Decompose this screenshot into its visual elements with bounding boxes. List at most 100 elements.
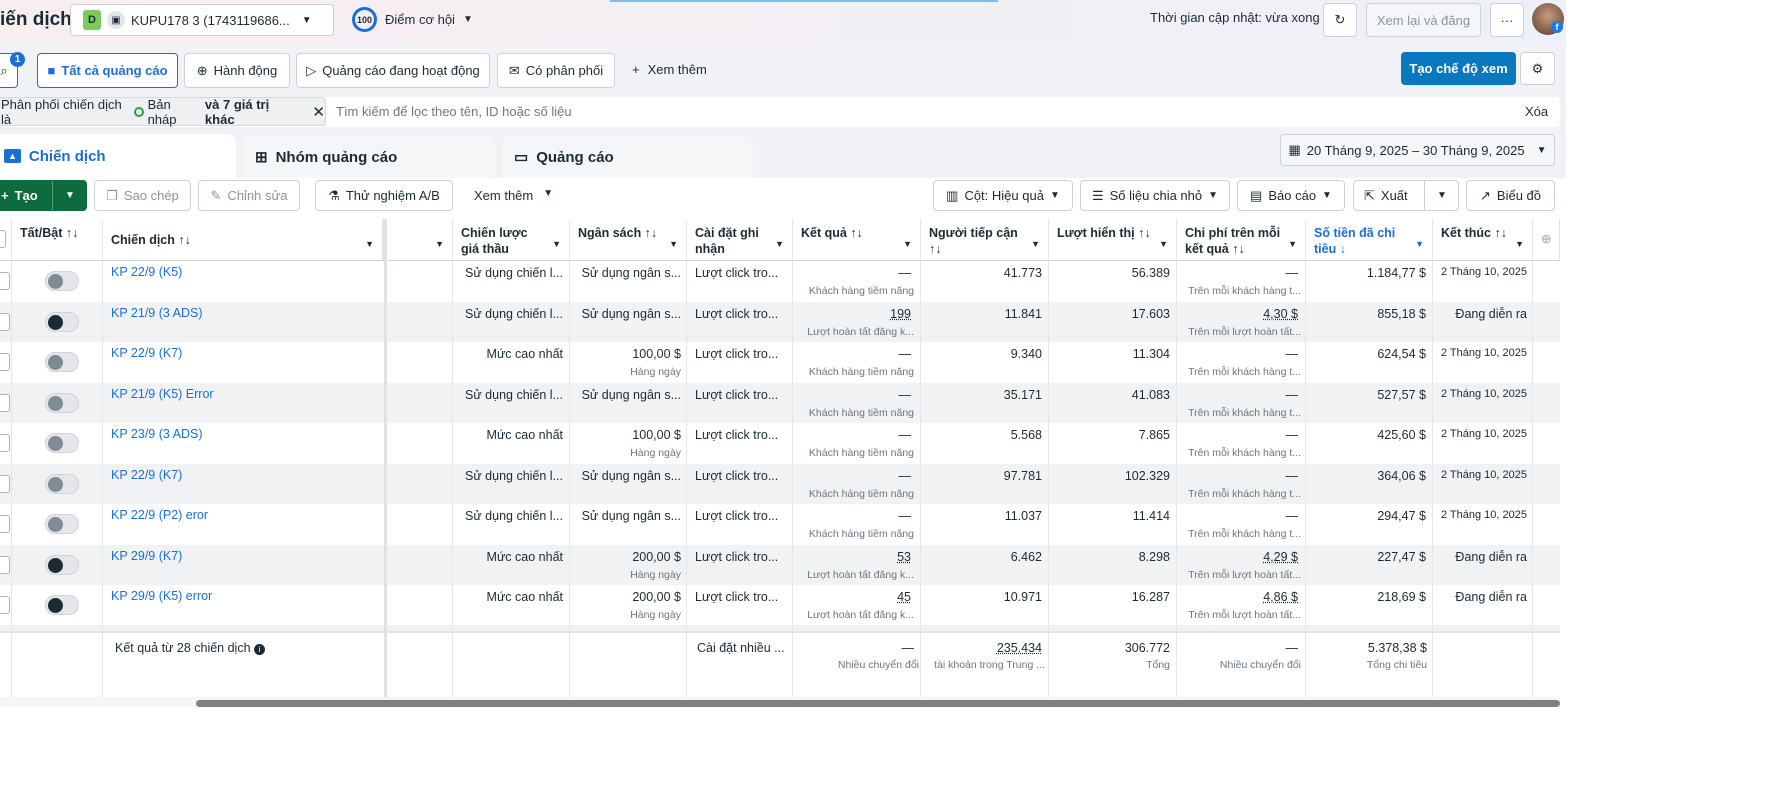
column-header[interactable]: Ngân sách ↑↓ ▼ <box>570 219 687 261</box>
row-checkbox[interactable] <box>0 272 10 290</box>
row-checkbox[interactable] <box>0 515 10 533</box>
column-header[interactable]: Cài đặt ghi nhận ▼ <box>687 219 793 261</box>
table-row[interactable]: KP 22/9 (P2) eror Sử dụng chiến l... Sử … <box>0 504 1560 545</box>
column-header[interactable]: Kết thúc ↑↓ ▼ <box>1433 219 1533 261</box>
column-header[interactable]: Chiến dịch ↑↓ ▼ <box>103 219 385 261</box>
column-menu-icon[interactable]: ▼ <box>552 236 561 252</box>
column-menu-icon[interactable]: ▼ <box>1288 236 1297 252</box>
campaign-toggle[interactable] <box>45 554 79 575</box>
chip-active-ads[interactable]: ▷ Quảng cáo đang hoạt động <box>296 53 490 88</box>
column-menu-icon[interactable]: ▼ <box>435 236 444 252</box>
column-header[interactable]: Lượt hiển thị ↑↓ ▼ <box>1049 219 1177 261</box>
columns-button[interactable]: ▥ Cột: Hiệu quả ▼ <box>933 180 1073 211</box>
campaign-toggle[interactable] <box>45 595 79 615</box>
chip-all-ads[interactable]: ■ Tất cả quảng cáo <box>37 53 178 88</box>
table-row[interactable]: KP 29/9 (K7) Mức cao nhất 200,00 $ Hàng … <box>0 544 1560 586</box>
campaign-toggle[interactable] <box>45 271 79 291</box>
row-checkbox[interactable] <box>0 596 10 614</box>
chip-actions[interactable]: ⊕ Hành động <box>184 53 290 88</box>
more-actions-button[interactable]: Xem thêm ▼ <box>474 188 553 203</box>
table-row[interactable]: KP 22/9 (K5) Sử dụng chiến l... Sử dụng … <box>0 261 1560 302</box>
select-all-checkbox[interactable] <box>0 230 6 248</box>
column-header[interactable]: Kết quả ↑↓ ▼ <box>793 219 921 261</box>
campaign-name-link[interactable]: KP 29/9 (K7) <box>111 549 182 563</box>
row-checkbox[interactable] <box>0 474 10 493</box>
view-settings-button[interactable]: ⚙ <box>1520 52 1555 85</box>
cost-per-result: 4,29 $ <box>1263 549 1298 564</box>
chevron-down-icon[interactable]: ▼ <box>1424 181 1447 210</box>
reports-button[interactable]: ▤ Báo cáo ▼ <box>1237 180 1345 211</box>
active-filter-chip[interactable]: Phân phối chiến dịch là Bản nháp và 7 gi… <box>0 97 326 127</box>
tab-ad-sets[interactable]: ⊞ Nhóm quảng cáo <box>243 136 495 178</box>
see-more-filters[interactable]: + Xem thêm <box>632 62 707 77</box>
scrollbar-thumb[interactable] <box>196 700 1560 707</box>
row-checkbox[interactable] <box>0 434 10 452</box>
table-row[interactable]: KP 21/9 (K5) Error Sử dụng chiến l... Sử… <box>0 382 1560 424</box>
table-row[interactable]: KP 22/9 (K7) Sử dụng chiến l... Sử dụng … <box>0 463 1560 505</box>
tab-ads[interactable]: ▭ Quảng cáo <box>502 136 753 178</box>
row-checkbox[interactable] <box>0 555 10 574</box>
add-column-icon[interactable]: ⊕ <box>1533 219 1560 261</box>
close-icon[interactable]: ✕ <box>312 103 325 121</box>
opportunity-score[interactable]: 100 Điểm cơ hội ▼ <box>352 7 473 32</box>
campaign-toggle[interactable] <box>45 433 79 453</box>
table-row[interactable]: KP 22/9 (K7) Mức cao nhất 100,00 $ Hàng … <box>0 342 1560 383</box>
chevron-down-icon[interactable]: ▼ <box>52 181 75 210</box>
table-row[interactable]: KP 29/9 (K5) error Mức cao nhất 200,00 $… <box>0 585 1560 626</box>
row-checkbox[interactable] <box>0 393 10 412</box>
charts-button[interactable]: ↗ Biểu đồ <box>1466 180 1555 211</box>
row-checkbox[interactable] <box>0 312 10 331</box>
campaign-toggle[interactable] <box>45 514 79 534</box>
horizontal-scrollbar[interactable] <box>0 697 1560 707</box>
column-menu-icon[interactable]: ▼ <box>1031 236 1040 252</box>
edit-button[interactable]: ✎ Chỉnh sửa <box>198 180 300 211</box>
column-header[interactable]: Chiến lược giá thầu ▼ <box>453 219 570 261</box>
filter-search-input[interactable] <box>336 99 1136 124</box>
chip-delivering[interactable]: ✉ Có phân phối <box>497 53 615 88</box>
tab-campaigns[interactable]: ▲ Chiến dịch <box>0 134 236 178</box>
campaign-toggle[interactable] <box>45 352 79 372</box>
row-checkbox[interactable] <box>0 353 10 371</box>
summary-reach: 235.434 <box>996 641 1042 655</box>
column-header[interactable]: Số tiền đã chi tiêu ↓ ▼ <box>1306 219 1433 261</box>
campaign-toggle[interactable] <box>45 392 79 413</box>
column-menu-icon[interactable]: ▼ <box>365 236 374 252</box>
campaign-toggle[interactable] <box>45 311 79 332</box>
result-type: Khách hàng tiềm năng <box>808 406 914 419</box>
column-menu-icon[interactable]: ▼ <box>775 236 784 252</box>
ab-test-button[interactable]: ⚗ Thử nghiệm A/B <box>315 180 453 211</box>
column-menu-icon[interactable]: ▼ <box>669 236 678 252</box>
copy-button[interactable]: ❐ Sao chép <box>94 180 191 211</box>
column-menu-icon[interactable]: ▼ <box>1159 236 1168 252</box>
campaign-name-link[interactable]: KP 22/9 (K7) <box>111 468 182 482</box>
create-button[interactable]: + Tạo ▼ <box>0 180 87 211</box>
column-header[interactable]: ▼ <box>385 219 453 261</box>
campaign-name-link[interactable]: KP 21/9 (K5) Error <box>111 387 214 401</box>
clear-filters-link[interactable]: Xóa <box>1525 104 1548 119</box>
more-options-button[interactable]: ··· <box>1490 3 1524 37</box>
column-header[interactable]: Người tiếp cận ↑↓ ▼ <box>921 219 1049 261</box>
column-menu-icon[interactable]: ▼ <box>1415 236 1424 252</box>
info-icon[interactable]: i <box>254 644 266 655</box>
campaign-name-link[interactable]: KP 29/9 (K5) error <box>111 589 212 603</box>
campaign-name-link[interactable]: KP 23/9 (3 ADS) <box>111 427 203 441</box>
table-row[interactable]: KP 23/9 (3 ADS) Mức cao nhất 100,00 $ Hà… <box>0 423 1560 464</box>
date-range-picker[interactable]: ▦ 20 Tháng 9, 2025 – 30 Tháng 9, 2025 ▼ <box>1280 134 1555 166</box>
campaign-toggle[interactable] <box>45 473 79 494</box>
column-menu-icon[interactable]: ▼ <box>903 236 912 252</box>
refresh-button[interactable]: ↻ <box>1323 3 1357 37</box>
campaign-name-link[interactable]: KP 21/9 (3 ADS) <box>111 306 203 320</box>
column-menu-icon[interactable]: ▼ <box>1515 236 1524 252</box>
campaign-name-link[interactable]: KP 22/9 (K5) <box>111 265 182 279</box>
export-button[interactable]: ⇱ Xuất ▼ <box>1353 180 1459 211</box>
column-header[interactable]: Tất/Bật ↑↓ <box>12 219 103 261</box>
review-publish-button[interactable]: Xem lại và đăng <box>1366 3 1481 37</box>
create-view-button[interactable]: Tạo chế độ xem <box>1401 52 1516 85</box>
breakdown-button[interactable]: ☰ Số liệu chia nhỏ ▼ <box>1080 180 1230 211</box>
campaign-name-link[interactable]: KP 22/9 (P2) eror <box>111 508 208 522</box>
account-selector[interactable]: D ▣ KUPU178 3 (1743119686... ▼ <box>70 4 334 36</box>
column-header[interactable]: Chi phí trên mỗi kết quả ↑↓ ▼ <box>1177 219 1306 261</box>
table-row[interactable]: KP 21/9 (3 ADS) Sử dụng chiến l... Sử dụ… <box>0 301 1560 343</box>
plus-icon: + <box>1 188 9 203</box>
campaign-name-link[interactable]: KP 22/9 (K7) <box>111 346 182 360</box>
